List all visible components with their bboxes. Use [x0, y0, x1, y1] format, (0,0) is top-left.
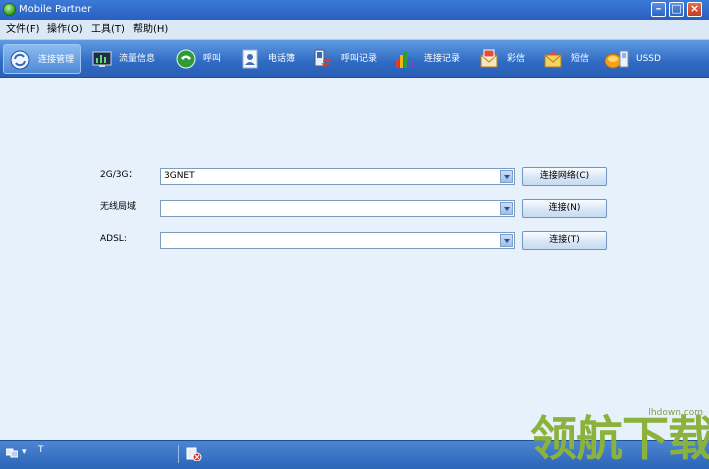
tool-label: 彩信 [507, 54, 526, 64]
chevron-down-icon[interactable] [500, 234, 513, 247]
label-wlan: 无线局域 [100, 202, 137, 212]
menu-file[interactable]: 文件(F) [6, 23, 40, 36]
menu-bar: 文件(F) 操作(O) 工具(T) 帮助(H) [0, 20, 709, 40]
connection-manage-icon [10, 50, 30, 70]
window-title: Mobile Partner [19, 4, 92, 15]
tool-sms[interactable]: 短信 [543, 44, 593, 74]
connection-panel: 2G/3G： 3GNET 连接网络(C) 无线局域 连接(N) ADSL: 连接… [0, 78, 709, 440]
mobile-partner-window: Mobile Partner – □ × 文件(F) 操作(O) 工具(T) 帮… [0, 0, 709, 469]
2g3g-profile-select[interactable]: 3GNET [160, 168, 515, 185]
tool-mms[interactable]: 彩信 [479, 44, 529, 74]
watermark-text: 领航下载 [530, 412, 709, 467]
tool-label: 连接管理 [38, 55, 75, 65]
tool-connection-log[interactable]: 连接记录 [395, 44, 467, 74]
status-divider [178, 445, 179, 463]
maximize-button[interactable]: □ [669, 2, 684, 17]
tool-ussd[interactable]: USSD [604, 44, 664, 74]
chevron-down-icon[interactable]: ▾ [22, 447, 27, 457]
traffic-info-icon [92, 51, 112, 67]
tool-call[interactable]: 呼叫 [176, 44, 226, 74]
connect-adsl-button[interactable]: 连接(T) [522, 231, 607, 250]
connect-wlan-button[interactable]: 连接(N) [522, 199, 607, 218]
wlan-select[interactable] [160, 200, 515, 217]
mms-icon [480, 49, 498, 68]
signal-indicator: T [38, 445, 44, 455]
phonebook-icon [242, 49, 258, 69]
call-log-icon [314, 49, 332, 68]
sim-error-icon [186, 447, 202, 461]
tool-connection-manage[interactable]: 连接管理 [3, 44, 81, 74]
tool-label: 流量信息 [119, 54, 156, 64]
minimize-button[interactable]: – [651, 2, 666, 17]
sms-icon [544, 51, 562, 68]
connect-network-button[interactable]: 连接网络(C) [522, 167, 607, 186]
connection-log-icon [396, 52, 414, 68]
tool-label: 呼叫 [203, 54, 222, 64]
ussd-icon [604, 50, 629, 69]
toolbar: 连接管理 流量信息 呼叫 电话簿 呼叫记录 连接记录 彩信 短信 USSD [0, 40, 709, 78]
tool-label: 短信 [571, 54, 590, 64]
watermark-url: lhdown.com [648, 408, 703, 418]
chevron-down-icon[interactable] [500, 202, 513, 215]
app-logo-icon [3, 3, 16, 16]
tool-label: 呼叫记录 [341, 54, 378, 64]
menu-help[interactable]: 帮助(H) [133, 23, 168, 36]
call-icon [176, 49, 196, 69]
network-status-icon[interactable] [6, 447, 18, 458]
menu-tools[interactable]: 工具(T) [91, 23, 125, 36]
close-button[interactable]: × [687, 2, 702, 17]
tool-label: USSD [636, 54, 661, 64]
tool-label: 连接记录 [424, 54, 461, 64]
watermark-logo: 领航下载 lhdown.com [527, 405, 709, 468]
tool-label: 电话簿 [268, 54, 296, 64]
2g3g-profile-value: 3GNET [164, 171, 195, 181]
tool-call-log[interactable]: 呼叫记录 [312, 44, 384, 74]
label-adsl: ADSL: [100, 234, 127, 244]
chevron-down-icon[interactable] [500, 170, 513, 183]
adsl-select[interactable] [160, 232, 515, 249]
label-2g3g: 2G/3G： [100, 170, 138, 180]
tool-traffic-info[interactable]: 流量信息 [91, 44, 165, 74]
title-bar[interactable]: Mobile Partner – □ × [0, 0, 709, 20]
menu-operation[interactable]: 操作(O) [47, 23, 83, 36]
tool-phonebook[interactable]: 电话簿 [240, 44, 300, 74]
